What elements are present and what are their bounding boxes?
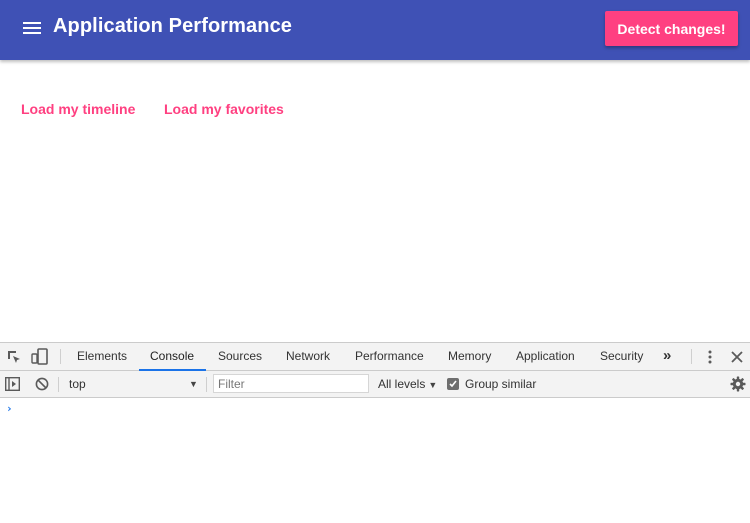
gear-icon[interactable] [730,376,746,392]
group-similar-label: Group similar [465,377,537,391]
tab-memory[interactable]: Memory [448,343,491,370]
tab-application[interactable]: Application [516,343,575,370]
tab-elements[interactable]: Elements [77,343,127,370]
console-input[interactable] [18,400,738,416]
detect-changes-button[interactable]: Detect changes! [605,11,738,46]
clear-console-icon[interactable] [35,377,49,391]
context-selector[interactable]: top ▼ [62,371,202,397]
chevron-down-icon: ▼ [428,380,438,390]
console-prompt-icon: › [6,402,13,415]
tab-network[interactable]: Network [286,343,330,370]
kebab-menu-icon[interactable] [706,349,714,365]
inspect-element-icon[interactable] [6,349,22,365]
app-title: Application Performance [53,15,293,37]
filter-input[interactable] [213,374,369,393]
load-favorites-button[interactable]: Load my favorites [164,101,284,117]
app-toolbar: Application Performance Detect changes! [0,0,750,60]
device-toolbar-icon[interactable] [31,348,49,365]
tab-console[interactable]: Console [139,343,207,371]
log-levels-dropdown[interactable]: All levels ▼ [378,371,437,397]
console-toolbar: top ▼ All levels▼ Group similar [0,371,750,398]
close-icon[interactable] [731,351,743,363]
tab-security[interactable]: Security [600,343,643,370]
more-tabs-icon[interactable]: » [663,343,671,370]
checkbox-checked-icon [447,378,459,390]
show-sidebar-icon[interactable] [4,376,21,392]
log-levels-label: All levels [378,377,426,391]
devtools-tabbar: Elements Console Sources Network Perform… [0,343,750,371]
tab-sources[interactable]: Sources [218,343,262,370]
load-timeline-button[interactable]: Load my timeline [21,101,135,117]
devtools-panel: Elements Console Sources Network Perform… [0,342,750,523]
chevron-down-icon: ▼ [189,379,198,389]
tab-performance[interactable]: Performance [355,343,424,370]
context-value: top [69,377,86,391]
hamburger-menu-icon[interactable] [23,20,43,38]
